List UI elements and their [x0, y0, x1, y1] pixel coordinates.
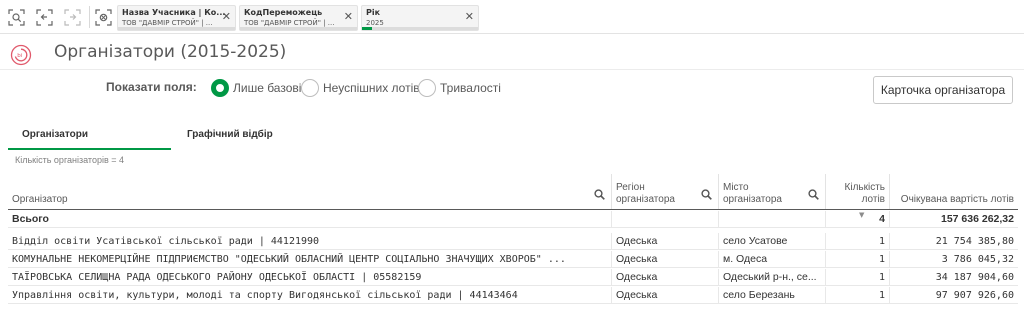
close-icon[interactable]: ✕ [344, 11, 353, 22]
chip-title: КодПереможець [244, 8, 323, 17]
selection-chip-participant[interactable]: Назва Учасника | Ко... ТОВ "ДАВМІР СТРОЙ… [117, 5, 236, 31]
lots-cell: 1 [825, 287, 889, 304]
lots-cell: 1 [825, 233, 889, 250]
header-label: Кількість лотів [844, 182, 885, 205]
chip-value: ТОВ "ДАВМІР СТРОЙ" | ... [122, 19, 213, 27]
city-cell[interactable]: Одеський р-н., се... [718, 269, 825, 286]
header-label: Регіон організатора [616, 182, 675, 205]
search-icon[interactable] [808, 185, 819, 200]
radio-dot[interactable] [211, 79, 229, 97]
header-label: Організатор [12, 194, 68, 205]
chip-selection-bar [240, 27, 357, 30]
city-cell[interactable]: м. Одеса [718, 251, 825, 268]
radio-label: Лише базові [233, 81, 302, 95]
column-header-lots[interactable]: Кількість лотів [825, 174, 889, 210]
value-cell: 97 907 926,60 [889, 287, 1018, 304]
totals-row: Всього 4 157 636 262,32 [8, 211, 1018, 228]
radio-dot[interactable] [301, 79, 319, 97]
region-cell[interactable]: Одеська [611, 233, 718, 250]
region-cell[interactable]: Одеська [611, 287, 718, 304]
header-label: Очікувана вартість лотів [900, 194, 1014, 205]
radio-label: Тривалості [440, 81, 501, 95]
table-row[interactable]: Відділ освіти Усатівської сільської ради… [8, 233, 1018, 250]
organizer-cell[interactable]: ТАЇРОВСЬКА СЕЛИЩНА РАДА ОДЕСЬКОГО РАЙОНУ… [8, 269, 611, 286]
region-cell[interactable]: Одеська [611, 251, 718, 268]
total-label: Всього [12, 213, 49, 225]
selection-chip-winner-code[interactable]: КодПереможець ТОВ "ДАВМІР СТРОЙ" | ... ✕ [239, 5, 358, 31]
close-icon[interactable]: ✕ [222, 11, 231, 22]
tab-organizers[interactable]: Організатори [22, 129, 88, 140]
selection-chip-year[interactable]: Рік 2025 ✕ [361, 5, 479, 31]
clear-selections-icon[interactable] [95, 9, 112, 26]
column-header-organizer[interactable]: Організатор [8, 174, 611, 210]
header-label: Місто організатора [723, 182, 782, 205]
smart-search-icon[interactable] [8, 9, 25, 26]
close-icon[interactable]: ✕ [465, 11, 474, 22]
table-cell [718, 211, 825, 228]
lots-cell: 1 [825, 251, 889, 268]
step-back-icon[interactable] [36, 9, 53, 26]
value-cell: 34 187 904,60 [889, 269, 1018, 286]
organizer-cell[interactable]: КОМУНАЛЬНЕ НЕКОМЕРЦІЙНЕ ПІДПРИЄМСТВО "ОД… [8, 251, 611, 268]
toolbar-divider [89, 6, 90, 28]
svg-text:bi: bi [17, 53, 22, 59]
app-logo-icon: bi [10, 44, 32, 66]
selection-bar: Назва Учасника | Ко... ТОВ "ДАВМІР СТРОЙ… [0, 0, 1024, 34]
organizer-count: Кількість організаторів = 4 [15, 155, 125, 165]
total-value: 157 636 262,32 [889, 211, 1018, 228]
radio-label: Неуспішних лотів [323, 81, 420, 95]
divider [0, 69, 1024, 70]
chip-title: Рік [366, 8, 381, 17]
organizer-cell[interactable]: Управління освіти, культури, молоді та с… [8, 287, 611, 304]
city-cell[interactable]: село Усатове [718, 233, 825, 250]
chip-selection-bar [118, 27, 235, 30]
value-cell: 21 754 385,80 [889, 233, 1018, 250]
tab-graphic-selection[interactable]: Графічний відбір [187, 129, 273, 140]
chip-selection-bar [362, 27, 478, 30]
lots-cell: 1 [825, 269, 889, 286]
column-header-region[interactable]: Регіон організатора [611, 174, 718, 210]
column-header-expected-value[interactable]: Очікувана вартість лотів [889, 174, 1018, 210]
header-divider [8, 209, 1018, 210]
chip-title: Назва Учасника | Ко... [122, 8, 226, 17]
total-lots: 4 [825, 211, 889, 228]
step-forward-icon[interactable] [64, 9, 81, 26]
column-header-city[interactable]: Місто організатора [718, 174, 825, 210]
search-icon[interactable] [701, 185, 712, 200]
page-title: Організатори (2015-2025) [54, 42, 287, 62]
search-icon[interactable] [594, 185, 605, 200]
radio-dot[interactable] [418, 79, 436, 97]
show-fields-label: Показати поля: [106, 80, 197, 94]
organizer-card-button[interactable]: Карточка організатора [873, 76, 1013, 104]
table-row[interactable]: ТАЇРОВСЬКА СЕЛИЩНА РАДА ОДЕСЬКОГО РАЙОНУ… [8, 269, 1018, 286]
city-cell[interactable]: село Березань [718, 287, 825, 304]
chip-value: ТОВ "ДАВМІР СТРОЙ" | ... [244, 19, 335, 27]
organizer-cell[interactable]: Відділ освіти Усатівської сільської ради… [8, 233, 611, 250]
table-row[interactable]: Управління освіти, культури, молоді та с… [8, 287, 1018, 304]
chip-value: 2025 [366, 19, 384, 27]
value-cell: 3 786 045,32 [889, 251, 1018, 268]
active-tab-indicator [8, 148, 171, 150]
table-row[interactable]: КОМУНАЛЬНЕ НЕКОМЕРЦІЙНЕ ПІДПРИЄМСТВО "ОД… [8, 251, 1018, 268]
region-cell[interactable]: Одеська [611, 269, 718, 286]
table-cell [611, 211, 718, 228]
